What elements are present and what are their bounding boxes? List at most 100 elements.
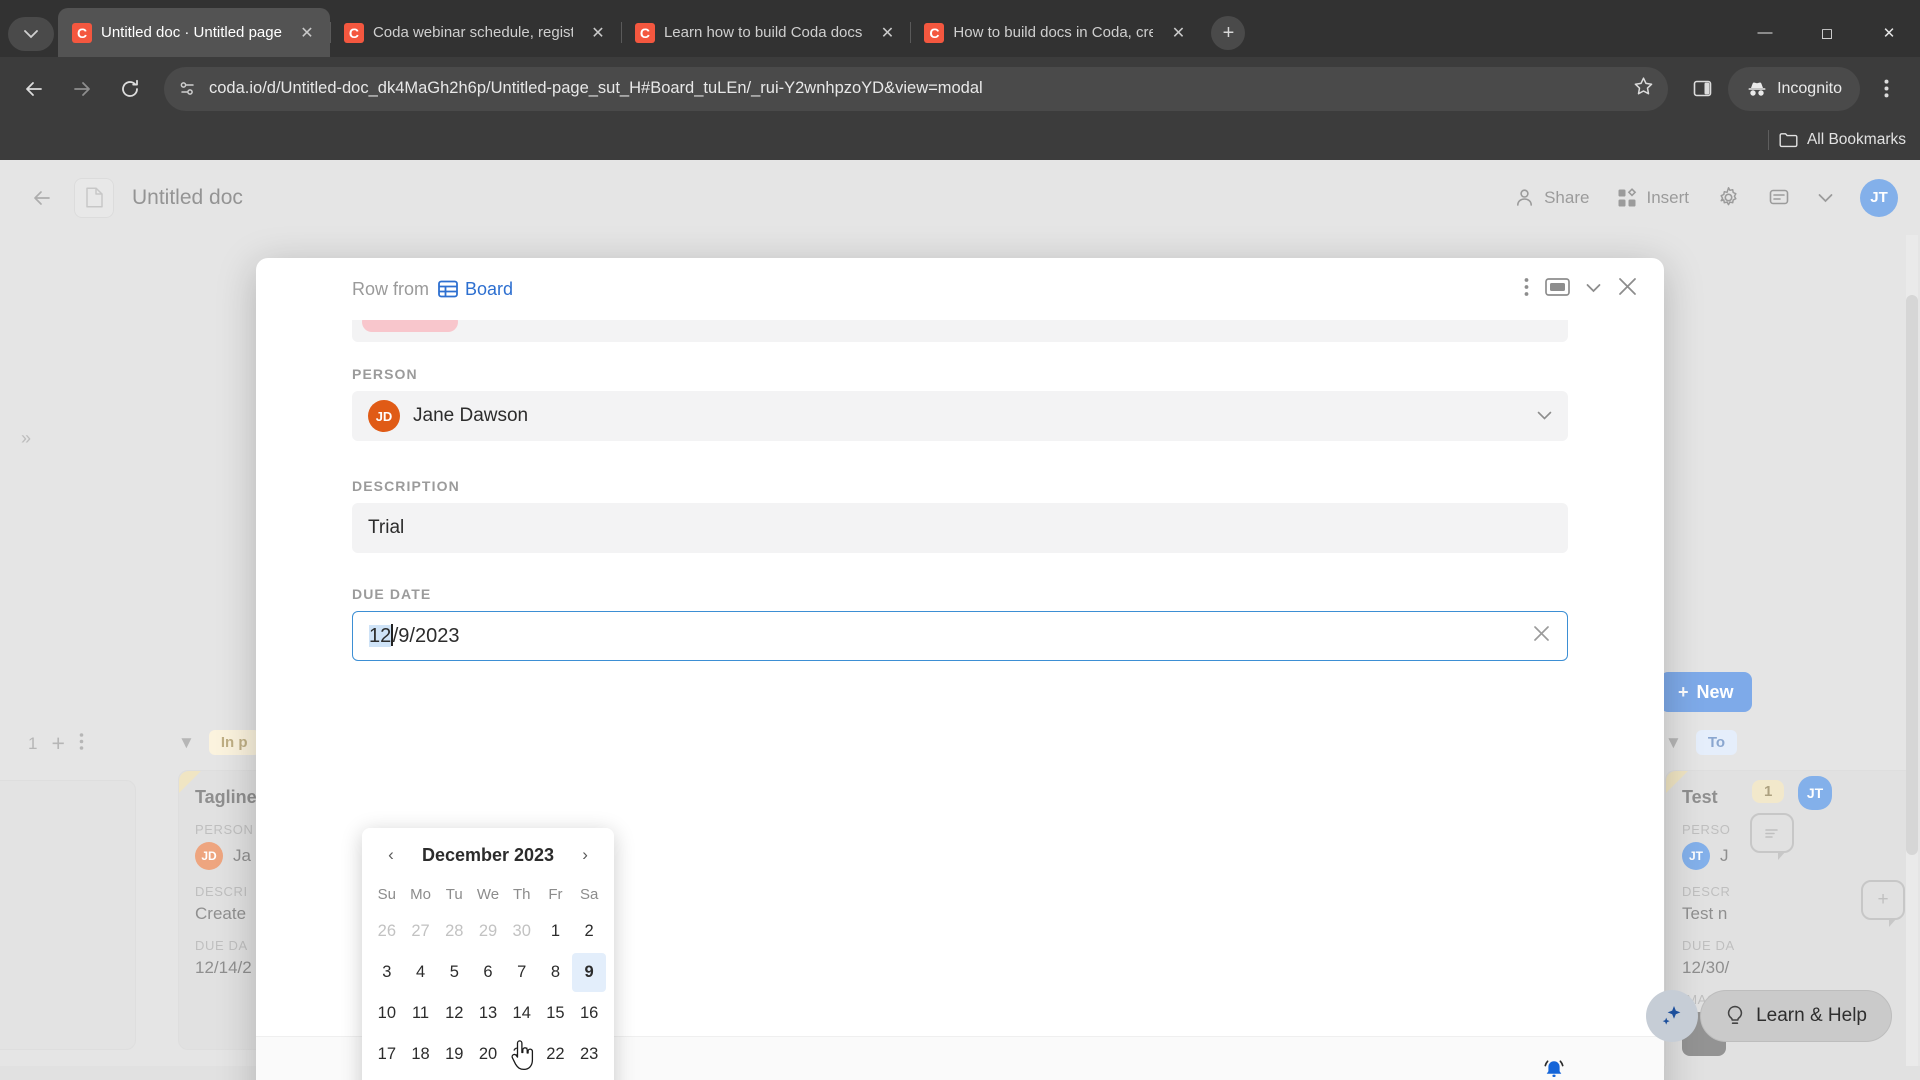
calendar-day-cell[interactable]: 1	[539, 912, 573, 951]
close-icon[interactable]: ✕	[294, 20, 320, 46]
forward-icon[interactable]	[60, 67, 104, 111]
minimize-button[interactable]: —	[1734, 8, 1796, 57]
calendar-day-name: Mo	[410, 885, 431, 903]
calendar-day-cell[interactable]: 20	[471, 1035, 505, 1074]
calendar-day-name: We	[476, 885, 500, 903]
coda-icon: C	[924, 22, 945, 43]
mouse-cursor	[511, 1040, 534, 1071]
calendar-day-cell[interactable]: 18	[404, 1035, 438, 1074]
lightbulb-icon	[1727, 1005, 1743, 1024]
calendar-day-cell[interactable]: 25	[404, 1076, 438, 1080]
chevron-down-icon[interactable]	[1537, 407, 1552, 425]
scrolled-field-row	[352, 320, 1568, 342]
browser-chrome: C Untitled doc · Untitled page ✕ C Coda …	[0, 0, 1920, 160]
bookmark-star-icon[interactable]	[1633, 76, 1654, 102]
calendar-day-cell[interactable]: 30	[505, 912, 539, 951]
calendar-day-cell[interactable]: 6	[471, 953, 505, 992]
calendar-nav: ‹ December 2023 ›	[370, 838, 606, 872]
calendar-day-cell[interactable]: 26	[370, 912, 404, 951]
person-select[interactable]: JD Jane Dawson	[352, 391, 1568, 441]
tab-title: Learn how to build Coda docs	[663, 24, 863, 41]
layout-icon[interactable]	[1545, 277, 1570, 302]
calendar-day-cell[interactable]: 5	[437, 953, 471, 992]
close-window-button[interactable]: ✕	[1858, 8, 1920, 57]
browser-tab-2[interactable]: C Coda webinar schedule, regist ✕	[329, 8, 621, 57]
row-from-label: Row from	[352, 278, 430, 299]
kebab-menu-icon[interactable]	[1524, 277, 1529, 302]
calendar-day-cell[interactable]: 22	[539, 1035, 573, 1074]
all-bookmarks-button[interactable]: All Bookmarks	[1779, 131, 1906, 149]
browser-tab-1[interactable]: C Untitled doc · Untitled page ✕	[58, 8, 330, 57]
calendar-day-cell[interactable]: 11	[404, 994, 438, 1033]
bookmarks-bar: All Bookmarks	[0, 120, 1920, 160]
tab-title: Coda webinar schedule, regist	[372, 24, 573, 41]
calendar-day-cell[interactable]: 13	[471, 994, 505, 1033]
calendar-day-cell[interactable]: 28	[437, 912, 471, 951]
field-due-date: DUE DATE 12/9/2023	[256, 586, 1664, 661]
calendar-day-cell[interactable]: 16	[572, 994, 606, 1033]
table-icon	[438, 280, 458, 298]
next-month-button[interactable]: ›	[574, 845, 596, 865]
chevron-down-icon[interactable]	[1586, 280, 1601, 298]
clear-date-icon[interactable]	[1532, 624, 1551, 649]
calendar-day-cell[interactable]: 17	[370, 1035, 404, 1074]
calendar-day-cell[interactable]: 12	[437, 994, 471, 1033]
address-bar[interactable]: coda.io/d/Untitled-doc_dk4MaGh2h6p/Untit…	[164, 66, 1669, 111]
site-settings-icon[interactable]	[178, 79, 197, 98]
close-icon[interactable]: ✕	[585, 20, 611, 46]
chrome-menu-icon[interactable]	[1864, 67, 1908, 111]
date-rest: /9/2023	[392, 625, 460, 647]
folder-icon	[1779, 133, 1798, 148]
calendar-day-cell[interactable]: 15	[539, 994, 573, 1033]
field-description: DESCRIPTION Trial	[256, 478, 1664, 553]
calendar-day-cell[interactable]: 8	[539, 953, 573, 992]
close-icon[interactable]	[1617, 276, 1638, 302]
calendar-day-cell[interactable]: 29	[471, 912, 505, 951]
learn-help-label: Learn & Help	[1756, 1005, 1867, 1026]
calendar-day-cell[interactable]: 28	[505, 1076, 539, 1080]
calendar-day-cell[interactable]: 27	[404, 912, 438, 951]
browser-tab-3[interactable]: C Learn how to build Coda docs ✕	[620, 8, 910, 57]
side-panel-icon[interactable]	[1680, 67, 1724, 111]
due-date-value: 12/9/2023	[369, 624, 459, 648]
calendar-day-cell[interactable]: 30	[572, 1076, 606, 1080]
browser-tab-4[interactable]: C How to build docs in Coda, cre ✕	[910, 8, 1201, 57]
window-controls: — ◻ ✕	[1734, 8, 1920, 57]
close-icon[interactable]: ✕	[1165, 20, 1191, 46]
ai-sparkle-button[interactable]	[1646, 990, 1698, 1042]
incognito-indicator[interactable]: Incognito	[1728, 66, 1860, 111]
field-label: PERSON	[352, 366, 418, 382]
new-tab-button[interactable]: +	[1211, 16, 1246, 50]
due-date-input[interactable]: 12/9/2023	[352, 611, 1568, 661]
back-icon[interactable]	[12, 67, 56, 111]
date-picker: ‹ December 2023 › Su Mo Tu We Th Fr Sa 26 27 28 29…	[362, 828, 614, 1080]
field-person: PERSON JD Jane Dawson	[256, 366, 1664, 441]
board-table-link[interactable]: Board	[465, 279, 513, 300]
bell-icon[interactable]	[1540, 1056, 1568, 1080]
calendar-day-cell[interactable]: 29	[539, 1076, 573, 1080]
person-name: Jane Dawson	[413, 405, 529, 426]
learn-help-button[interactable]: Learn & Help	[1700, 990, 1892, 1042]
calendar-day-cell[interactable]: 14	[505, 994, 539, 1033]
calendar-day-cell[interactable]: 7	[505, 953, 539, 992]
close-icon[interactable]: ✕	[874, 20, 900, 46]
calendar-day-cell[interactable]: 3	[370, 953, 404, 992]
calendar-month-label: December 2023	[421, 844, 555, 865]
calendar-day-cell[interactable]: 10	[370, 994, 404, 1033]
calendar-day-name: Fr	[548, 885, 563, 903]
description-input[interactable]: Trial	[352, 503, 1568, 553]
calendar-day-cell[interactable]: 23	[572, 1035, 606, 1074]
calendar-day-cell[interactable]: 9	[572, 953, 606, 992]
calendar-day-cell[interactable]: 4	[404, 953, 438, 992]
incognito-label: Incognito	[1777, 79, 1842, 97]
tab-search-button[interactable]	[8, 17, 54, 51]
calendar-day-cell[interactable]: 2	[572, 912, 606, 951]
maximize-button[interactable]: ◻	[1796, 8, 1858, 57]
calendar-day-cell[interactable]: 24	[370, 1076, 404, 1080]
calendar-grid: Su Mo Tu We Th Fr Sa 26 27 28 29 30 1 2 3 4 5 6 7 8 9 10 11 12 1…	[370, 878, 606, 1080]
calendar-day-cell[interactable]: 27	[471, 1076, 505, 1080]
reload-icon[interactable]	[108, 67, 152, 111]
calendar-day-cell[interactable]: 19	[437, 1035, 471, 1074]
prev-month-button[interactable]: ‹	[380, 845, 402, 865]
calendar-day-cell[interactable]: 26	[437, 1076, 471, 1080]
